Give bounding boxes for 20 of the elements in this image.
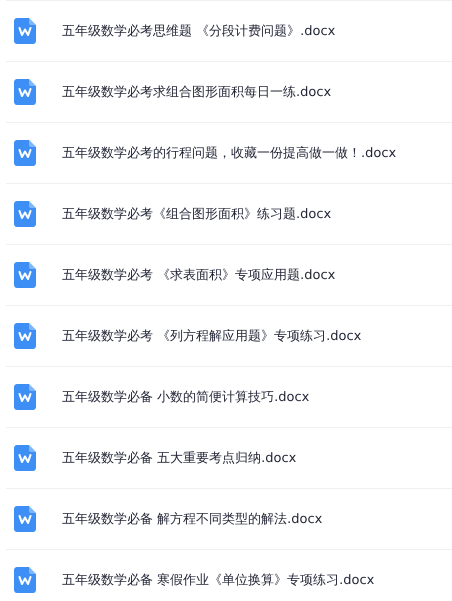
file-name[interactable]: 五年级数学必备 小数的简便计算技巧.docx [62, 388, 310, 406]
file-name[interactable]: 五年级数学必考《组合图形面积》练习题.docx [62, 205, 332, 223]
document-icon [14, 262, 36, 288]
file-name[interactable]: 五年级数学必考思维题 《分段计费问题》.docx [62, 22, 336, 40]
file-name[interactable]: 五年级数学必考 《求表面积》专项应用题.docx [62, 266, 336, 284]
document-icon [14, 18, 36, 44]
document-icon [14, 79, 36, 105]
file-name[interactable]: 五年级数学必考求组合图形面积每日一练.docx [62, 83, 332, 101]
file-name[interactable]: 五年级数学必考 《列方程解应用题》专项练习.docx [62, 327, 362, 345]
document-icon [14, 140, 36, 166]
document-icon [14, 201, 36, 227]
file-name[interactable]: 五年级数学必考的行程问题，收藏一份提高做一做！.docx [62, 144, 396, 162]
document-icon [14, 506, 36, 532]
file-name[interactable]: 五年级数学必备 解方程不同类型的解法.docx [62, 510, 322, 528]
document-icon [14, 323, 36, 349]
document-icon [14, 445, 36, 471]
document-icon [14, 567, 36, 593]
file-name[interactable]: 五年级数学必备 五大重要考点归纳.docx [62, 449, 296, 467]
file-name[interactable]: 五年级数学必备 寒假作业《单位换算》专项练习.docx [62, 571, 374, 589]
document-icon [14, 384, 36, 410]
